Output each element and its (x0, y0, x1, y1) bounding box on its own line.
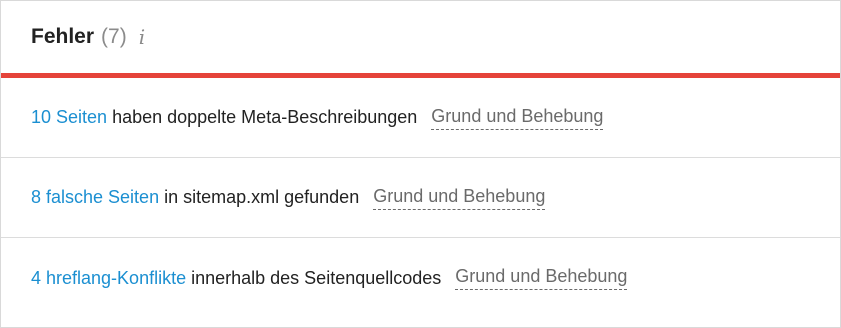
errors-panel: Fehler (7) i 10 Seiten haben doppelte Me… (0, 0, 841, 328)
issue-pages-link[interactable]: 10 Seiten (31, 107, 107, 128)
panel-title: Fehler (31, 25, 95, 48)
error-count: (7) (101, 25, 127, 48)
issue-pages-link[interactable]: 8 falsche Seiten (31, 187, 159, 208)
panel-header: Fehler (7) i (1, 1, 840, 73)
issue-row: 4 hreflang-Konflikte innerhalb des Seite… (1, 238, 840, 318)
reason-and-fix-link[interactable]: Grund und Behebung (431, 106, 604, 130)
issue-pages-link[interactable]: 4 hreflang-Konflikte (31, 268, 186, 289)
reason-and-fix-link[interactable]: Grund und Behebung (373, 186, 546, 210)
info-icon[interactable]: i (139, 25, 145, 49)
reason-and-fix-link[interactable]: Grund und Behebung (455, 266, 628, 290)
issue-row: 10 Seiten haben doppelte Meta-Beschreibu… (1, 78, 840, 158)
issue-description: innerhalb des Seitenquellcodes (191, 267, 442, 288)
issue-description: in sitemap.xml gefunden (164, 187, 360, 207)
issue-description: haben doppelte Meta-Beschreibungen (112, 107, 418, 127)
issue-row: 8 falsche Seiten in sitemap.xml gefunden… (1, 158, 840, 238)
issue-list: 10 Seiten haben doppelte Meta-Beschreibu… (1, 78, 840, 318)
